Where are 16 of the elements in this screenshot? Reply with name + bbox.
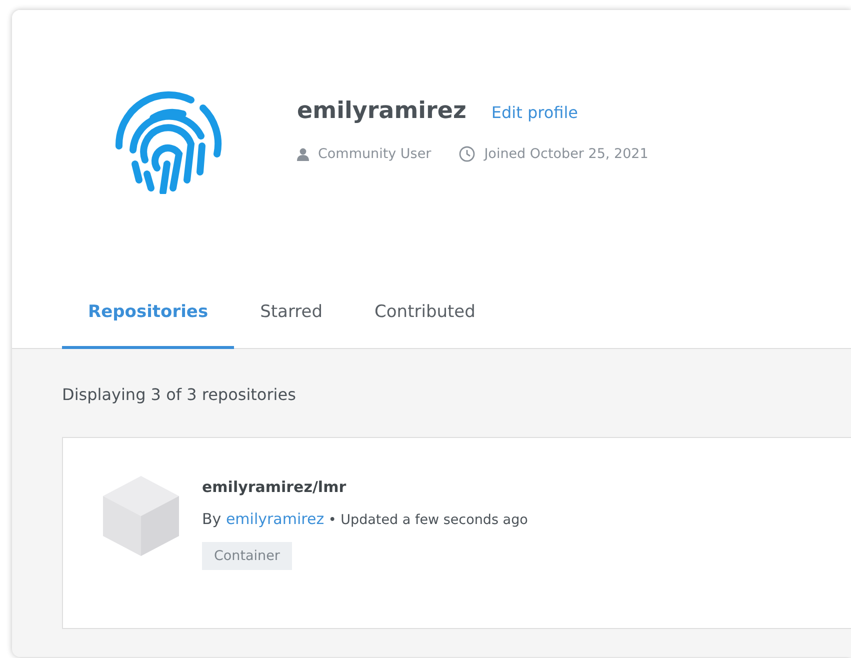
cube-icon: [103, 476, 179, 556]
join-date: Joined October 25, 2021: [484, 146, 648, 162]
repository-name[interactable]: emilyramirez/lmr: [202, 478, 528, 496]
repository-card[interactable]: emilyramirez/lmr By emilyramirez • Updated a few seconds ago Container: [62, 437, 851, 629]
repository-byline: By emilyramirez • Updated a few seconds ago: [202, 510, 528, 528]
user-icon: [297, 148, 309, 160]
tag: Container: [202, 542, 292, 570]
tab[interactable]: Starred: [234, 302, 349, 349]
tab[interactable]: Contributed: [348, 302, 502, 349]
repository-count: Displaying 3 of 3 repositories: [62, 385, 297, 404]
clock-icon: [459, 146, 476, 162]
username: emilyramirez: [297, 98, 466, 124]
user-role: Community User: [318, 146, 432, 162]
tab[interactable]: Repositories: [62, 302, 234, 349]
edit-profile-link[interactable]: Edit profile: [491, 103, 578, 122]
author-link[interactable]: emilyramirez: [226, 510, 324, 528]
